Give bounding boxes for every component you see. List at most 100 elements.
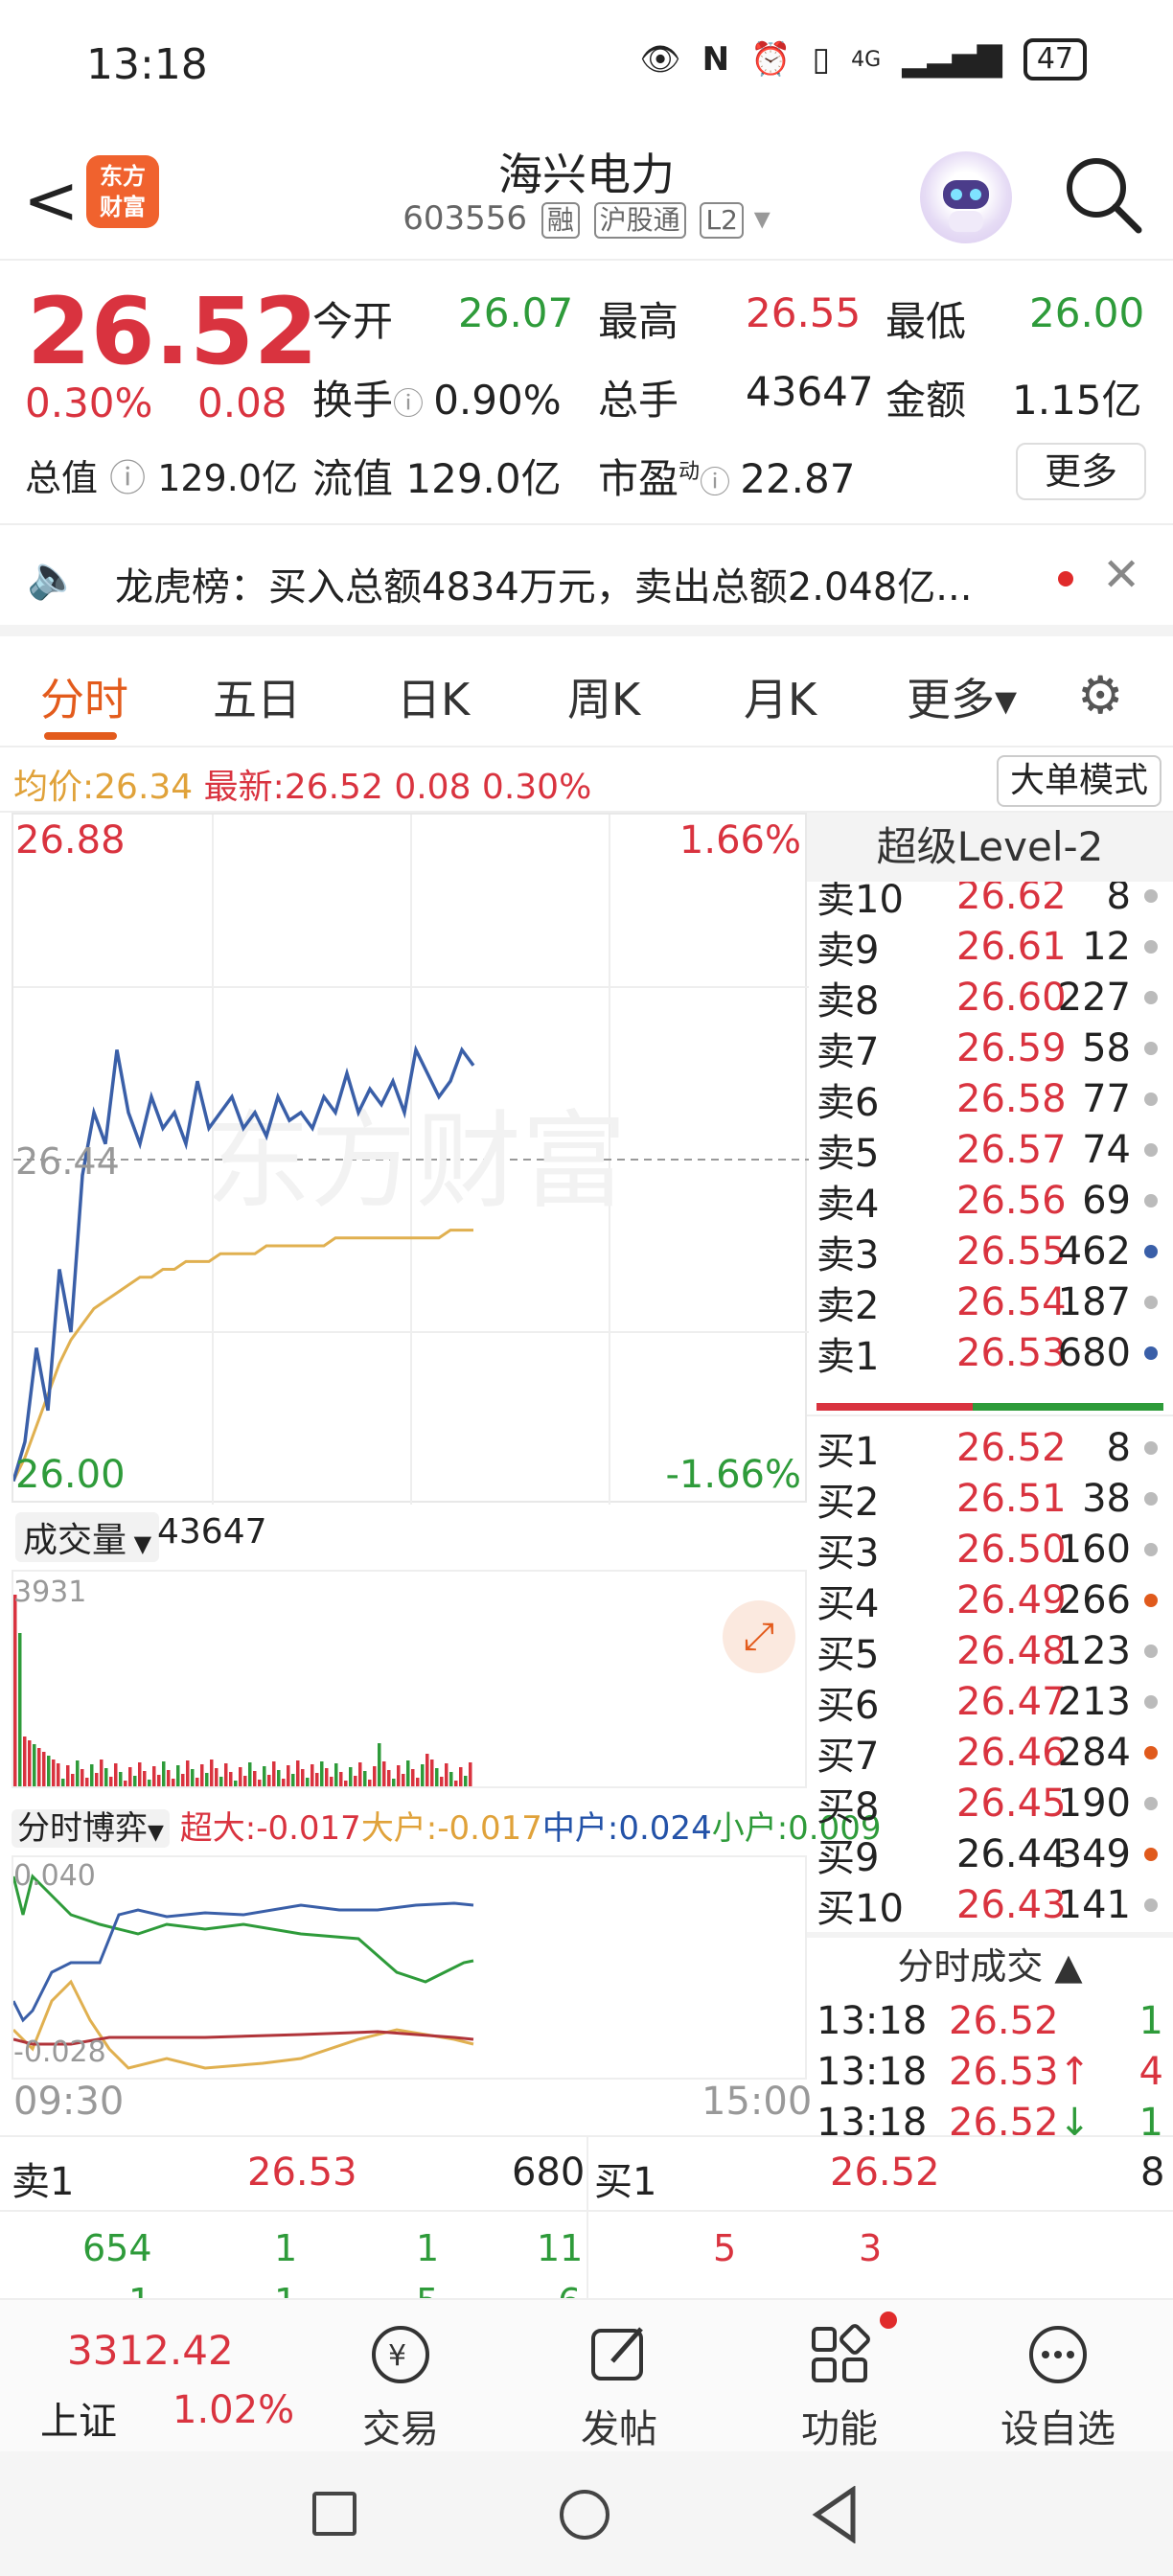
ask-row[interactable]: 卖5 26.57 74 bbox=[807, 1124, 1173, 1176]
ask-volume: 187 bbox=[1057, 1279, 1131, 1324]
volume-bar bbox=[454, 1781, 458, 1786]
volume-bar bbox=[344, 1781, 348, 1786]
ask-label: 卖8 bbox=[816, 978, 880, 1024]
alarm-icon: ⏰ bbox=[750, 40, 792, 79]
ask-row[interactable]: 卖9 26.61 12 bbox=[807, 921, 1173, 973]
home-icon[interactable] bbox=[560, 2490, 610, 2540]
bid-volume: 266 bbox=[1057, 1577, 1131, 1622]
nav-trade[interactable]: ¥ 交易 bbox=[324, 2312, 477, 2453]
volume-bar bbox=[138, 1762, 142, 1786]
tick-row: 13:18 26.52 1 bbox=[807, 1995, 1173, 2046]
intraday-chart[interactable]: 东方财富 26.88 1.66% 26.44 26.00 -1.66% bbox=[12, 813, 809, 1505]
pe-row: 市盈动ⓘ 22.87 bbox=[598, 447, 855, 505]
expand-icon[interactable]: ⤢ bbox=[723, 1600, 795, 1673]
ask-row[interactable]: 卖6 26.58 77 bbox=[807, 1073, 1173, 1125]
ask-price: 26.60 bbox=[956, 975, 1067, 1020]
tick-price: 26.52 bbox=[949, 1998, 1059, 2043]
volume-bar bbox=[382, 1761, 386, 1786]
index-pct: 1.02% bbox=[172, 2388, 295, 2432]
index-name: 上证 bbox=[40, 2400, 117, 2444]
volume-dropdown[interactable]: 成交量 ▼ bbox=[15, 1512, 160, 1562]
tab-daily-k[interactable]: 日K bbox=[397, 665, 470, 728]
recent-apps-icon[interactable] bbox=[312, 2492, 356, 2536]
dropdown-icon[interactable]: ▾ bbox=[754, 199, 770, 238]
bid-price: 26.47 bbox=[956, 1679, 1067, 1724]
back-nav-icon[interactable] bbox=[811, 2485, 859, 2547]
volume-bar bbox=[200, 1764, 204, 1786]
info-icon[interactable]: ⓘ bbox=[700, 464, 740, 500]
info-icon[interactable]: ⓘ bbox=[393, 385, 433, 422]
bid-row[interactable]: 买6 26.47 213 bbox=[807, 1676, 1173, 1728]
tab-more[interactable]: 更多▾ bbox=[907, 665, 1017, 728]
gear-icon[interactable]: ⚙ bbox=[1077, 665, 1123, 725]
tab-weekly-k[interactable]: 周K bbox=[567, 665, 640, 728]
volume-bar bbox=[296, 1760, 300, 1786]
ask-price: 26.62 bbox=[956, 882, 1067, 918]
bid-row[interactable]: 买9 26.44 349 bbox=[807, 1828, 1173, 1880]
bid-row[interactable]: 买8 26.45 190 bbox=[807, 1778, 1173, 1829]
nav-functions[interactable]: 功能 bbox=[763, 2312, 916, 2453]
ask-row[interactable]: 卖3 26.55 462 bbox=[807, 1226, 1173, 1277]
volume-bar bbox=[287, 1765, 290, 1786]
bid-row[interactable]: 买3 26.50 160 bbox=[807, 1524, 1173, 1576]
bid-label: 买9 bbox=[816, 1835, 880, 1880]
bid-row[interactable]: 买10 26.43 141 bbox=[807, 1879, 1173, 1931]
fund-battle-panel: 分时博弈▼ 超大:-0.017大户:-0.017中户:0.024小户:0.009… bbox=[12, 1792, 882, 2080]
avg-price-line bbox=[13, 1229, 473, 1483]
assistant-avatar-icon[interactable] bbox=[920, 151, 1012, 243]
tab-intraday[interactable]: 分时 bbox=[40, 665, 128, 728]
bq-bid-label: 买1 bbox=[594, 2160, 657, 2204]
tab-monthly-k[interactable]: 月K bbox=[744, 665, 816, 728]
battle-label: 分时博弈 bbox=[17, 1809, 148, 1848]
status-dot bbox=[1144, 1898, 1158, 1912]
app-logo[interactable]: 东方 财富 bbox=[86, 155, 159, 228]
ask-row[interactable]: 卖7 26.59 58 bbox=[807, 1023, 1173, 1074]
ask-row[interactable]: 卖10 26.62 8 bbox=[807, 882, 1173, 922]
ask-row[interactable]: 卖1 26.53 680 bbox=[807, 1327, 1173, 1379]
info-icon[interactable]: ⓘ bbox=[98, 457, 157, 499]
chevron-down-icon: ▼ bbox=[148, 1821, 164, 1845]
ask-label: 卖9 bbox=[816, 928, 880, 973]
ask-row[interactable]: 卖4 26.56 69 bbox=[807, 1175, 1173, 1227]
bottom-nav: 3312.42 上证 1.02% ¥ 交易 发帖 功能 设自选 bbox=[0, 2298, 1173, 2451]
battle-legend: 分时博弈▼ 超大:-0.017大户:-0.017中户:0.024小户:0.009 bbox=[12, 1802, 882, 1849]
status-time: 13:18 bbox=[86, 40, 208, 89]
nav-add-favorite[interactable]: 设自选 bbox=[981, 2312, 1135, 2453]
ask-volume: 77 bbox=[1082, 1076, 1131, 1121]
bid-row[interactable]: 买2 26.51 38 bbox=[807, 1473, 1173, 1525]
chart-mid-price: 26.44 bbox=[15, 1140, 120, 1183]
ask-price: 26.58 bbox=[956, 1076, 1067, 1121]
float-cap-value: 129.0亿 bbox=[405, 455, 562, 502]
bid-row[interactable]: 买7 26.46 284 bbox=[807, 1727, 1173, 1779]
volume-bar bbox=[435, 1768, 439, 1786]
ask-row[interactable]: 卖8 26.60 227 bbox=[807, 972, 1173, 1024]
back-icon[interactable]: < bbox=[23, 161, 80, 240]
chart-tabs: 分时 五日 日K 周K 月K 更多▾ ⚙ bbox=[0, 636, 1173, 748]
ask-row[interactable]: 卖2 26.54 187 bbox=[807, 1276, 1173, 1328]
ask-price: 26.53 bbox=[956, 1330, 1067, 1375]
bid-row[interactable]: 买5 26.48 123 bbox=[807, 1625, 1173, 1677]
ask-volume: 680 bbox=[1057, 1330, 1131, 1375]
volume-bar bbox=[109, 1777, 113, 1786]
big-order-mode-button[interactable]: 大单模式 bbox=[996, 755, 1162, 807]
index-ticker[interactable]: 3312.42 上证 1.02% bbox=[0, 2300, 316, 2453]
volume-bars-area: 3931 ⤢ bbox=[12, 1570, 807, 1788]
search-icon[interactable] bbox=[1060, 151, 1146, 238]
ticks-header[interactable]: 分时成交 ▲ bbox=[807, 1938, 1173, 1995]
ask-price: 26.54 bbox=[956, 1279, 1067, 1324]
nav-trade-label: 交易 bbox=[362, 2407, 439, 2451]
ask-volume: 8 bbox=[1106, 882, 1131, 918]
level2-header[interactable]: 超级Level-2 bbox=[807, 813, 1173, 882]
volume-bar bbox=[416, 1778, 420, 1786]
more-button[interactable]: 更多 bbox=[1016, 443, 1146, 500]
dragon-tiger-banner[interactable]: 🔈 龙虎榜：买入总额4834万元，卖出总额2.048亿... ✕ bbox=[0, 529, 1173, 636]
volume-bar bbox=[186, 1760, 190, 1786]
battle-dropdown[interactable]: 分时博弈▼ bbox=[12, 1809, 170, 1848]
ask-label: 卖6 bbox=[816, 1080, 880, 1125]
nav-post[interactable]: 发帖 bbox=[542, 2312, 696, 2453]
bid-row[interactable]: 买4 26.49 266 bbox=[807, 1575, 1173, 1626]
tab-five-day[interactable]: 五日 bbox=[213, 665, 301, 728]
ask-price: 26.55 bbox=[956, 1229, 1067, 1274]
bid-row[interactable]: 买1 26.52 8 bbox=[807, 1422, 1173, 1474]
close-icon[interactable]: ✕ bbox=[1102, 548, 1140, 602]
